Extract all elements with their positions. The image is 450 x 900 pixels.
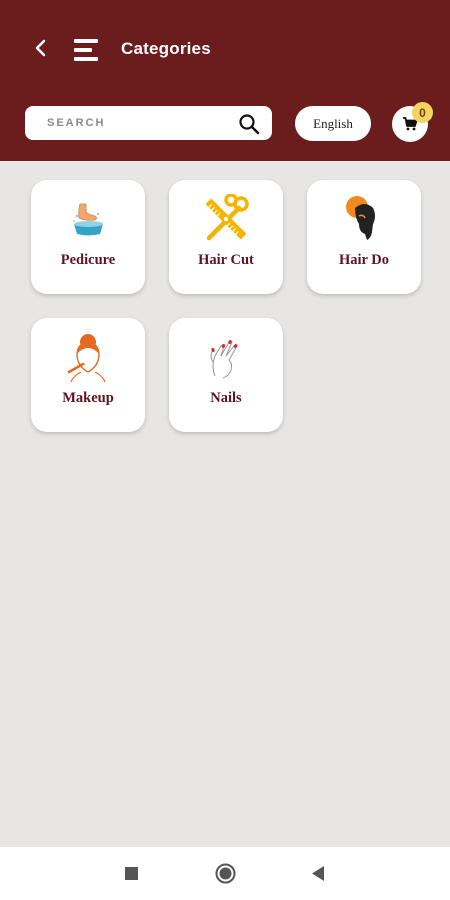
category-card-hair-do[interactable]: Hair Do xyxy=(307,180,421,294)
pedicure-icon xyxy=(63,194,113,244)
hairdo-icon xyxy=(339,194,389,244)
category-card-makeup[interactable]: Makeup xyxy=(31,318,145,432)
chevron-left-icon xyxy=(35,39,46,57)
category-label: Pedicure xyxy=(60,252,116,268)
search-icon[interactable] xyxy=(238,113,260,135)
category-label: Makeup xyxy=(62,390,114,406)
search-input[interactable] xyxy=(25,106,230,140)
menu-icon xyxy=(74,39,98,61)
back-icon[interactable] xyxy=(310,865,326,882)
category-card-nails[interactable]: Nails xyxy=(169,318,283,432)
back-button[interactable] xyxy=(26,34,54,62)
menu-button[interactable] xyxy=(72,36,100,64)
search-bar xyxy=(25,106,272,140)
category-label: Hair Cut xyxy=(198,252,254,268)
category-label: Hair Do xyxy=(338,252,390,268)
home-icon[interactable] xyxy=(215,863,236,884)
recents-icon[interactable] xyxy=(125,867,138,880)
makeup-icon xyxy=(63,332,113,382)
app-header: Categories English 0 xyxy=(0,0,450,161)
cart-count-badge: 0 xyxy=(412,102,433,123)
category-card-hair-cut[interactable]: Hair Cut xyxy=(169,180,283,294)
category-label: Nails xyxy=(210,390,242,406)
system-navigation-bar xyxy=(0,847,450,900)
category-grid: Pedicure Hair Cut Hair Do Makeup Nails xyxy=(31,180,421,432)
category-card-pedicure[interactable]: Pedicure xyxy=(31,180,145,294)
language-selector[interactable]: English xyxy=(295,106,371,141)
page-title: Categories xyxy=(121,39,211,58)
scissors-comb-icon xyxy=(201,194,251,244)
nails-icon xyxy=(201,332,251,382)
